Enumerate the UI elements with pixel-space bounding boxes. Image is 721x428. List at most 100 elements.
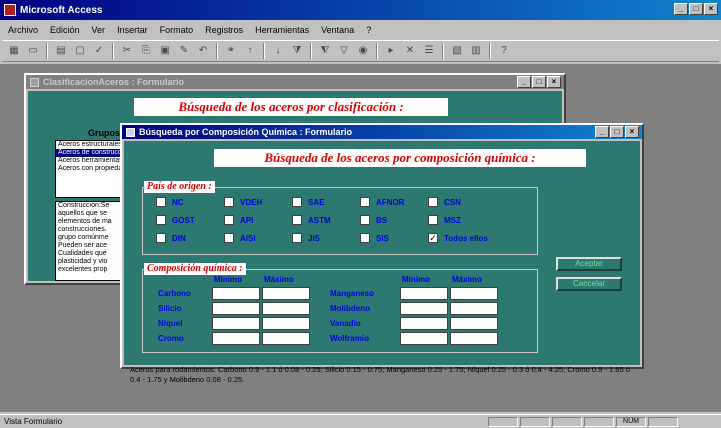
help-icon[interactable]: ? [496,43,512,59]
carbono-max-input[interactable] [262,287,310,300]
manganeso-min-input[interactable] [400,287,448,300]
cromo-max-input[interactable] [262,332,310,345]
country-label: SIS [376,233,389,243]
composicion-label: Composición química : [144,263,246,275]
toolbar-separator [263,43,265,59]
molibdeno-max-input[interactable] [450,302,498,315]
clasificacion-minimize-button[interactable]: _ [517,76,531,88]
checkbox-square[interactable]: ✓ [428,233,438,243]
paste-icon[interactable]: ▣ [157,43,173,59]
silicio-max-input[interactable] [262,302,310,315]
checkbox-square[interactable] [360,197,370,207]
element-label-wolframio: Wolframio [330,334,369,343]
checkbox-square[interactable] [292,215,302,225]
wolframio-max-input[interactable] [450,332,498,345]
delete-record-icon[interactable]: ✕ [402,43,418,59]
composicion-form-titlebar[interactable]: Búsqueda por Composición Química : Formu… [122,125,642,139]
copy-icon[interactable]: ⎘ [138,43,154,59]
country-checkbox-csn[interactable]: CSN [428,197,461,207]
menu-edicion[interactable]: Edición [44,25,86,35]
checkbox-square[interactable] [292,233,302,243]
vanadio-min-input[interactable] [400,317,448,330]
menu-archivo[interactable]: Archivo [2,25,44,35]
country-checkbox-vdeh[interactable]: VDEH [224,197,262,207]
print-icon[interactable]: ▤ [53,43,69,59]
access-app-icon[interactable] [4,4,16,16]
menu-formato[interactable]: Formato [154,25,200,35]
col-minimo-right: Mínimo [402,275,430,284]
country-checkbox-gost[interactable]: GOST [156,215,195,225]
apply-filter-icon[interactable]: ▽ [336,43,352,59]
menu-insertar[interactable]: Insertar [111,25,154,35]
filter-by-form-icon[interactable]: ⧨ [317,43,333,59]
country-checkbox-astm[interactable]: ASTM [292,215,331,225]
new-object-icon[interactable]: ▥ [468,43,484,59]
country-checkbox-sis[interactable]: SIS [360,233,389,243]
filter-by-selection-icon[interactable]: ⧩ [289,43,305,59]
country-checkbox-todos-ellos[interactable]: ✓ Todos ellos [428,233,488,243]
clasificacion-maximize-button[interactable]: □ [532,76,546,88]
app-maximize-button[interactable]: □ [689,3,703,15]
composicion-close-button[interactable]: × [625,126,639,138]
menu-ver[interactable]: Ver [86,25,112,35]
cut-icon[interactable]: ✂ [119,43,135,59]
menu-registros[interactable]: Registros [199,25,249,35]
clasificacion-form-titlebar[interactable]: ClasificacionAceros : Formulario _ □ × [26,75,564,89]
manganeso-max-input[interactable] [450,287,498,300]
carbono-min-input[interactable] [212,287,260,300]
aceptar-button[interactable]: Aceptar [556,257,622,271]
country-checkbox-api[interactable]: API [224,215,253,225]
country-checkbox-sae[interactable]: SAE [292,197,324,207]
country-label: DIN [172,233,186,243]
cromo-min-input[interactable] [212,332,260,345]
checkbox-square[interactable] [360,233,370,243]
save-icon[interactable]: ▭ [25,43,41,59]
checkbox-square[interactable] [428,197,438,207]
country-checkbox-din[interactable]: DIN [156,233,186,243]
checkbox-square[interactable] [156,215,166,225]
country-checkbox-bs[interactable]: BS [360,215,387,225]
new-record-icon[interactable]: ▸ [383,43,399,59]
checkbox-square[interactable] [156,197,166,207]
format-painter-icon[interactable]: ✎ [176,43,192,59]
composicion-maximize-button[interactable]: □ [610,126,624,138]
spelling-icon[interactable]: ✓ [91,43,107,59]
checkbox-square[interactable] [428,215,438,225]
toolbar-separator [376,43,378,59]
country-checkbox-afnor[interactable]: AFNOR [360,197,404,207]
clasificacion-close-button[interactable]: × [547,76,561,88]
checkbox-square[interactable] [360,215,370,225]
silicio-min-input[interactable] [212,302,260,315]
print-preview-icon[interactable]: ▢ [72,43,88,59]
niquel-max-input[interactable] [262,317,310,330]
menu-ayuda[interactable]: ? [360,25,377,35]
cancelar-button[interactable]: Cancelar [556,277,622,291]
country-checkbox-aisi[interactable]: AISI [224,233,256,243]
sort-descending-icon[interactable]: ↓ [270,43,286,59]
country-checkbox-nc[interactable]: NC [156,197,184,207]
country-checkbox-jis[interactable]: JIS [292,233,320,243]
vanadio-max-input[interactable] [450,317,498,330]
checkbox-square[interactable] [156,233,166,243]
menu-herramientas[interactable]: Herramientas [249,25,315,35]
niquel-min-input[interactable] [212,317,260,330]
country-checkbox-msz[interactable]: MSZ [428,215,461,225]
find-icon[interactable]: ◉ [355,43,371,59]
insert-hyperlink-icon[interactable]: ⚭ [223,43,239,59]
checkbox-square[interactable] [224,197,234,207]
pais-origen-frame [142,187,538,255]
checkbox-square[interactable] [224,215,234,225]
molibdeno-min-input[interactable] [400,302,448,315]
properties-icon[interactable]: ☰ [421,43,437,59]
menu-ventana[interactable]: Ventana [315,25,360,35]
database-window-icon[interactable]: ▧ [449,43,465,59]
wolframio-min-input[interactable] [400,332,448,345]
composicion-minimize-button[interactable]: _ [595,126,609,138]
undo-icon[interactable]: ↶ [195,43,211,59]
checkbox-square[interactable] [224,233,234,243]
app-minimize-button[interactable]: _ [674,3,688,15]
design-view-icon[interactable]: ▦ [6,43,22,59]
app-close-button[interactable]: × [704,3,718,15]
checkbox-square[interactable] [292,197,302,207]
sort-ascending-icon[interactable]: ↑ [242,43,258,59]
